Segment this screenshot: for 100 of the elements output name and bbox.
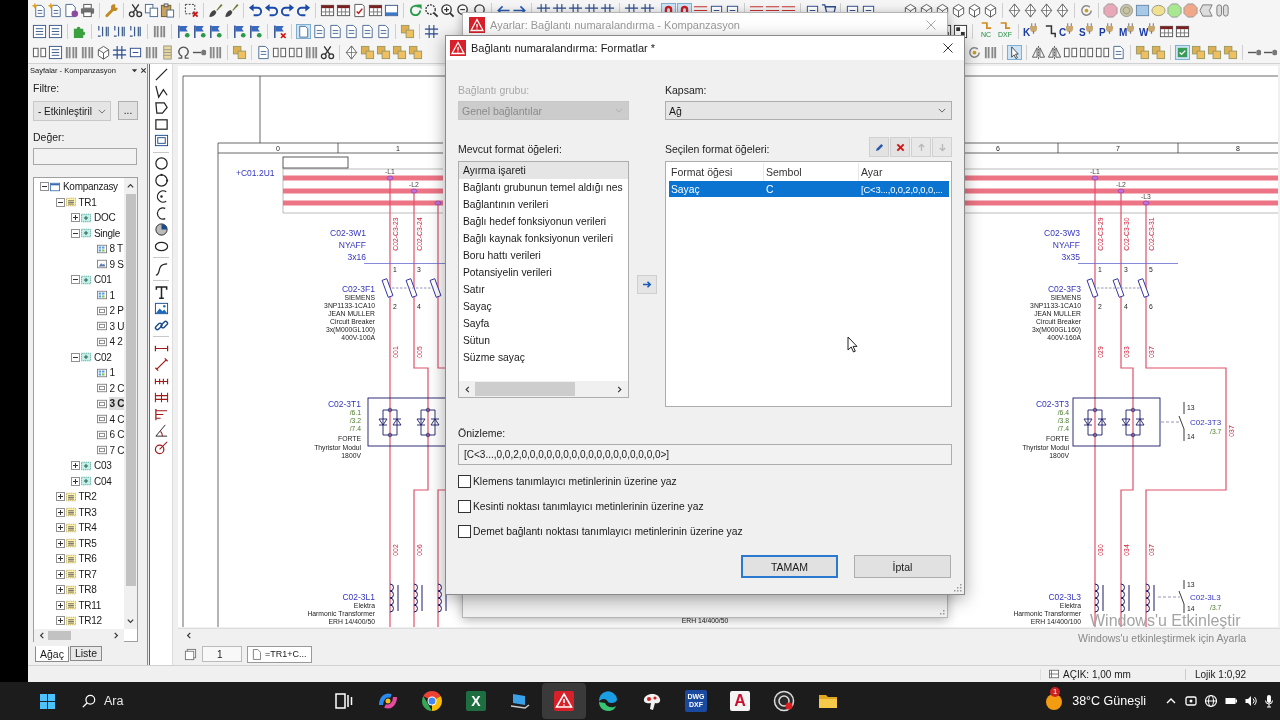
wrench-icon[interactable] xyxy=(104,2,119,18)
page-icon[interactable] xyxy=(328,23,343,39)
expand-icon[interactable] xyxy=(71,476,80,486)
curve-icon[interactable] xyxy=(153,261,169,277)
dashed-box-delete-icon[interactable] xyxy=(184,2,199,18)
stacked-squares-icon[interactable] xyxy=(232,44,247,60)
expand-icon[interactable] xyxy=(55,554,65,564)
checkbox-icon[interactable] xyxy=(1175,44,1190,60)
weather-text[interactable]: 38°C Güneşli xyxy=(1072,694,1146,708)
square-icon[interactable] xyxy=(1135,2,1150,18)
zoom-in-icon[interactable] xyxy=(440,2,455,18)
stacked-squares-icon[interactable] xyxy=(392,44,407,60)
chevron-right-icon[interactable] xyxy=(112,630,121,640)
cube-icon[interactable] xyxy=(983,2,998,18)
tree-item[interactable]: 4 2 xyxy=(108,335,124,349)
tree-item[interactable]: 7 C xyxy=(108,443,126,457)
tree-item[interactable]: 8 T xyxy=(108,242,124,256)
page-gear-icon[interactable] xyxy=(64,2,79,18)
collapse-icon[interactable] xyxy=(71,352,80,362)
list-icon[interactable] xyxy=(48,23,63,39)
search-field[interactable]: Ara xyxy=(104,692,164,710)
ok-button[interactable]: TAMAM xyxy=(741,555,838,578)
stacked-pages-icon[interactable] xyxy=(184,647,197,661)
bars-icon[interactable] xyxy=(983,44,998,60)
line-icon[interactable] xyxy=(153,67,169,82)
tree-item[interactable]: Single xyxy=(93,226,121,240)
page-tab[interactable]: =TR1+C... xyxy=(247,645,312,663)
stacked-squares-icon[interactable] xyxy=(400,23,415,39)
list-item[interactable]: Bağlı hedef fonksiyonun verileri xyxy=(459,213,628,230)
expand-icon[interactable] xyxy=(55,507,65,517)
numbered-list-icon[interactable] xyxy=(128,23,143,39)
scissors-icon[interactable] xyxy=(320,44,335,60)
tool-button[interactable] xyxy=(890,137,910,157)
polygon-icon[interactable] xyxy=(153,100,169,115)
column-header[interactable]: Ayar xyxy=(859,163,949,181)
tree-item[interactable]: 6 C xyxy=(108,428,126,442)
new-page-icon[interactable] xyxy=(32,2,47,18)
list-item[interactable]: Sayaç xyxy=(459,298,628,315)
stacked-squares-icon[interactable] xyxy=(408,44,423,60)
resize-grip-icon[interactable] xyxy=(937,607,945,615)
globe-icon[interactable] xyxy=(1204,694,1218,708)
scrollbar-thumb[interactable] xyxy=(125,194,136,586)
scrollbar[interactable] xyxy=(124,178,137,629)
stacked-squares-icon[interactable] xyxy=(1207,44,1222,60)
volume-icon[interactable] xyxy=(1244,694,1258,708)
stacked-squares-icon[interactable] xyxy=(1151,44,1166,60)
list-item[interactable]: Ayırma işareti xyxy=(459,162,628,179)
tree-item[interactable]: DOC xyxy=(93,211,117,225)
tree-item[interactable]: 2 C xyxy=(108,381,126,395)
expand-icon[interactable] xyxy=(55,600,65,610)
expand-icon[interactable] xyxy=(71,461,80,471)
page-icon[interactable] xyxy=(360,23,375,39)
dropdown[interactable]: Ağ xyxy=(665,101,952,120)
plug-button[interactable]: M xyxy=(1119,22,1138,40)
pie-icon[interactable] xyxy=(153,222,169,237)
chevron-left-icon[interactable] xyxy=(37,630,46,640)
page-icon[interactable] xyxy=(344,23,359,39)
mirror-icon[interactable] xyxy=(1031,44,1046,60)
stacked-squares-icon[interactable] xyxy=(1223,44,1238,60)
list-icon[interactable] xyxy=(48,44,63,60)
radius-dimension-icon[interactable] xyxy=(153,439,169,455)
tag-shape-icon[interactable] xyxy=(1199,2,1214,18)
table-row[interactable]: Sayaç C [C<3...,0,0,2,0,0,0,... xyxy=(669,181,949,197)
page-icon[interactable] xyxy=(376,23,391,39)
collapse-icon[interactable] xyxy=(40,182,49,192)
scrollbar-thumb[interactable] xyxy=(48,630,71,640)
numbered-list-icon[interactable] xyxy=(96,23,111,39)
chevron-up-icon[interactable] xyxy=(126,181,135,190)
bars-icon[interactable] xyxy=(152,23,167,39)
image-icon[interactable] xyxy=(153,301,169,316)
circle-icon[interactable] xyxy=(153,172,169,188)
clipboard-icon[interactable] xyxy=(160,2,175,18)
circle-icon[interactable] xyxy=(153,156,169,171)
plug-button[interactable]: K xyxy=(1023,22,1042,40)
cancel-button[interactable]: İptal xyxy=(854,555,951,578)
grid-icon[interactable] xyxy=(112,44,127,60)
list-item[interactable]: Bağlantı grubunun temel aldığı nes xyxy=(459,179,628,196)
tree-item[interactable]: TR12 xyxy=(77,614,103,628)
cube-icon[interactable] xyxy=(951,2,966,18)
brush-icon[interactable] xyxy=(208,2,223,18)
tree-item[interactable]: TR6 xyxy=(77,552,98,566)
bracket-icon[interactable] xyxy=(1043,23,1058,39)
page-icon[interactable] xyxy=(256,44,271,60)
ordinate-dimension-icon[interactable] xyxy=(153,406,169,422)
page-number-field[interactable]: 1 xyxy=(202,646,242,662)
tree-item[interactable]: 4 C xyxy=(108,412,126,426)
printer-icon[interactable] xyxy=(80,2,95,18)
tab[interactable]: Ağaç xyxy=(35,646,69,662)
search-icon[interactable] xyxy=(82,694,96,708)
scrollbar-thumb[interactable] xyxy=(475,382,575,396)
input-field[interactable] xyxy=(33,148,137,165)
device-icon[interactable] xyxy=(1184,694,1198,708)
close-icon[interactable] xyxy=(140,67,147,74)
circular-arrow-icon[interactable] xyxy=(1079,2,1094,18)
page-icon[interactable] xyxy=(296,23,311,39)
scrollbar[interactable] xyxy=(459,381,628,397)
collapse-icon[interactable] xyxy=(71,275,80,285)
table-icon[interactable] xyxy=(320,2,335,18)
double-bar-icon[interactable] xyxy=(1215,2,1230,18)
aligned-dimension-icon[interactable] xyxy=(153,357,169,372)
